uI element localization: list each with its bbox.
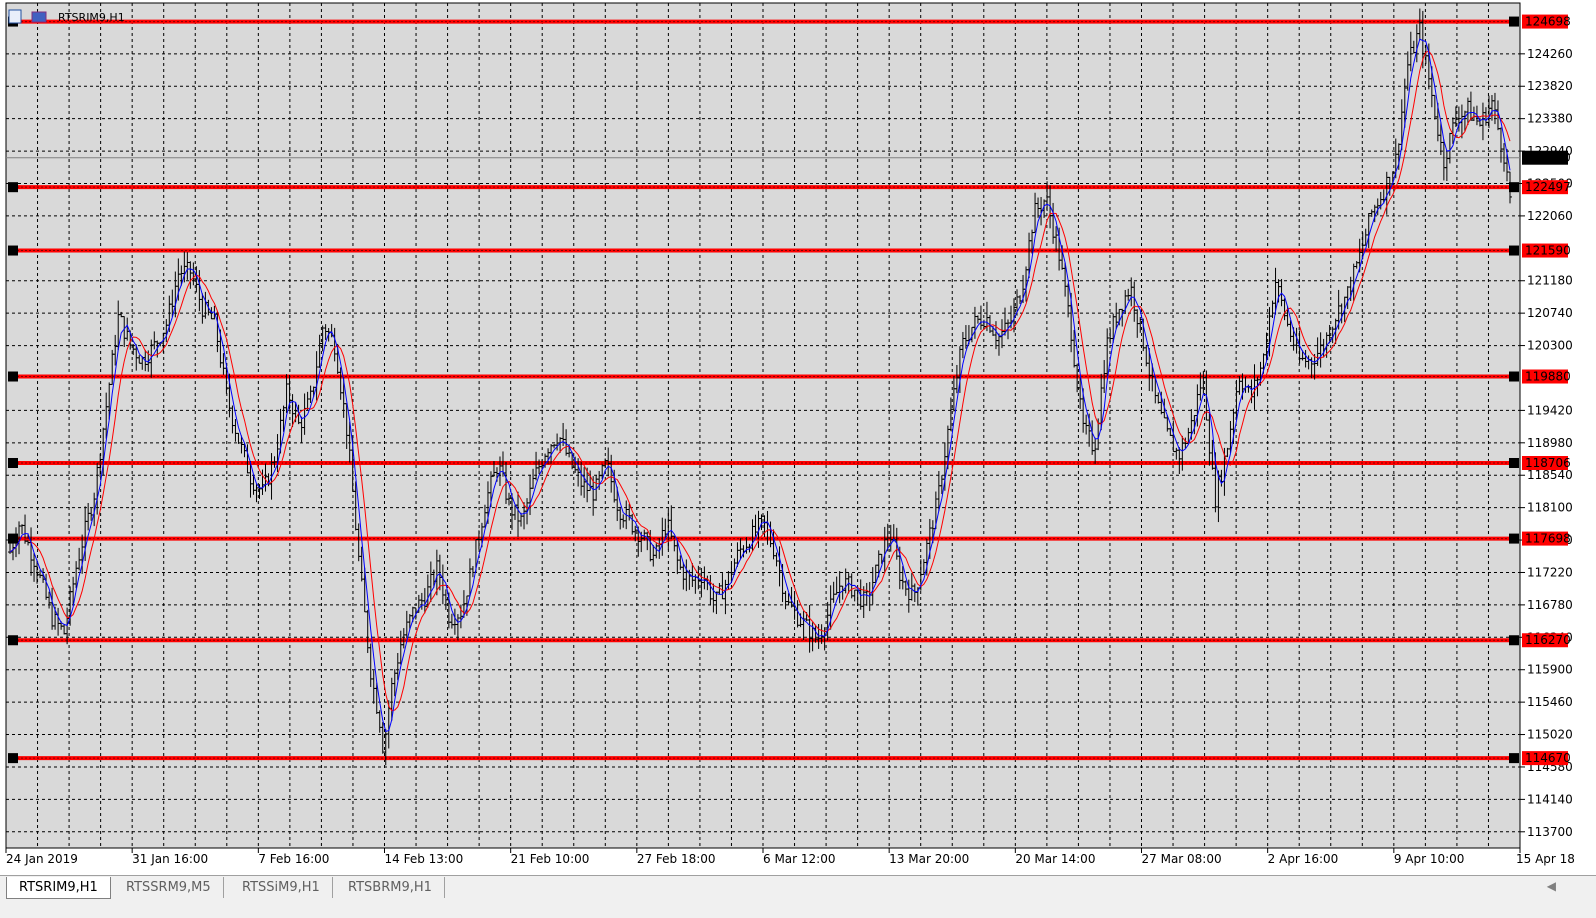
time-tick-label: 2 Apr 16:00 — [1268, 852, 1339, 866]
time-tick-label: 31 Jan 16:00 — [132, 852, 208, 866]
level-handle-right[interactable] — [1509, 635, 1519, 646]
price-tick-label: 118540 — [1527, 468, 1573, 482]
level-price-label: 119880 — [1525, 370, 1571, 384]
level-price-label: 122497 — [1525, 180, 1571, 194]
chart-type-icon[interactable] — [31, 11, 47, 23]
price-tick-label: 124260 — [1527, 47, 1573, 61]
price-tick-label: 114140 — [1527, 792, 1573, 806]
time-tick-label: 24 Jan 2019 — [6, 852, 78, 866]
level-handle-left[interactable] — [8, 245, 18, 256]
price-tick-label: 123380 — [1527, 112, 1573, 126]
chart-window-icon[interactable] — [8, 9, 22, 24]
tab-rtssim9-h1[interactable]: RTSSiM9,H1 — [230, 877, 333, 898]
chart-title: RTSRIM9,H1 — [58, 11, 125, 24]
level-handle-right[interactable] — [1509, 753, 1519, 764]
time-tick-label: 15 Apr 18 — [1516, 852, 1575, 866]
level-price-label: 121590 — [1525, 244, 1571, 258]
time-tick-label: 9 Apr 10:00 — [1394, 852, 1465, 866]
price-tick-label: 122060 — [1527, 209, 1573, 223]
time-tick-label: 21 Feb 10:00 — [511, 852, 590, 866]
level-handle-right[interactable] — [1509, 16, 1519, 27]
time-tick-label: 14 Feb 13:00 — [385, 852, 464, 866]
price-tick-label: 118980 — [1527, 436, 1573, 450]
level-price-label: 117698 — [1525, 532, 1571, 546]
level-price-label: 118706 — [1525, 456, 1571, 470]
level-handle-left[interactable] — [8, 371, 18, 382]
time-tick-label: 6 Mar 12:00 — [763, 852, 836, 866]
scroll-left-icon[interactable]: ◀ — [1547, 879, 1556, 893]
level-handle-right[interactable] — [1509, 457, 1519, 468]
price-tick-label: 115900 — [1527, 663, 1573, 677]
time-tick-label: 27 Mar 08:00 — [1142, 852, 1222, 866]
level-handle-right[interactable] — [1509, 245, 1519, 256]
tab-rtsbrm9-h1[interactable]: RTSBRM9,H1 — [336, 877, 445, 898]
price-tick-label: 117220 — [1527, 565, 1573, 579]
tab-rtssrm9-m5[interactable]: RTSSRM9,M5 — [114, 877, 224, 898]
time-tick-label: 20 Mar 14:00 — [1015, 852, 1095, 866]
level-price-label: 116270 — [1525, 633, 1571, 647]
price-tick-label: 113700 — [1527, 825, 1573, 839]
price-tick-label: 120300 — [1527, 339, 1573, 353]
chart-tab-bar: RTSRIM9,H1 RTSSRM9,M5 RTSSiM9,H1 RTSBRM9… — [0, 875, 1596, 918]
tab-rtsrim9-h1[interactable]: RTSRIM9,H1 — [6, 877, 111, 899]
time-tick-label: 27 Feb 18:00 — [637, 852, 716, 866]
level-handle-left[interactable] — [8, 635, 18, 646]
time-tick-label: 7 Feb 16:00 — [258, 852, 329, 866]
price-tick-label: 119420 — [1527, 403, 1573, 417]
time-tick-label: 13 Mar 20:00 — [889, 852, 969, 866]
current-price-label: 122850 — [1525, 151, 1571, 165]
price-tick-label: 115020 — [1527, 728, 1573, 742]
chart-window[interactable]: 1242601238201233801229401225001220601211… — [0, 0, 1596, 918]
price-tick-label: 121180 — [1527, 274, 1573, 288]
level-handle-right[interactable] — [1509, 533, 1519, 544]
price-tick-label: 118100 — [1527, 501, 1573, 515]
price-tick-label: 123820 — [1527, 79, 1573, 93]
price-chart[interactable]: 1242601238201233801229401225001220601211… — [0, 0, 1596, 875]
price-tick-label: 120740 — [1527, 306, 1573, 320]
price-tick-label: 115460 — [1527, 695, 1573, 709]
level-handle-left[interactable] — [8, 457, 18, 468]
level-handle-left[interactable] — [8, 182, 18, 193]
level-price-label: 124698 — [1525, 15, 1571, 29]
level-handle-left[interactable] — [8, 753, 18, 764]
level-handle-right[interactable] — [1509, 371, 1519, 382]
price-tick-label: 116780 — [1527, 598, 1573, 612]
level-price-label: 114670 — [1525, 751, 1571, 765]
